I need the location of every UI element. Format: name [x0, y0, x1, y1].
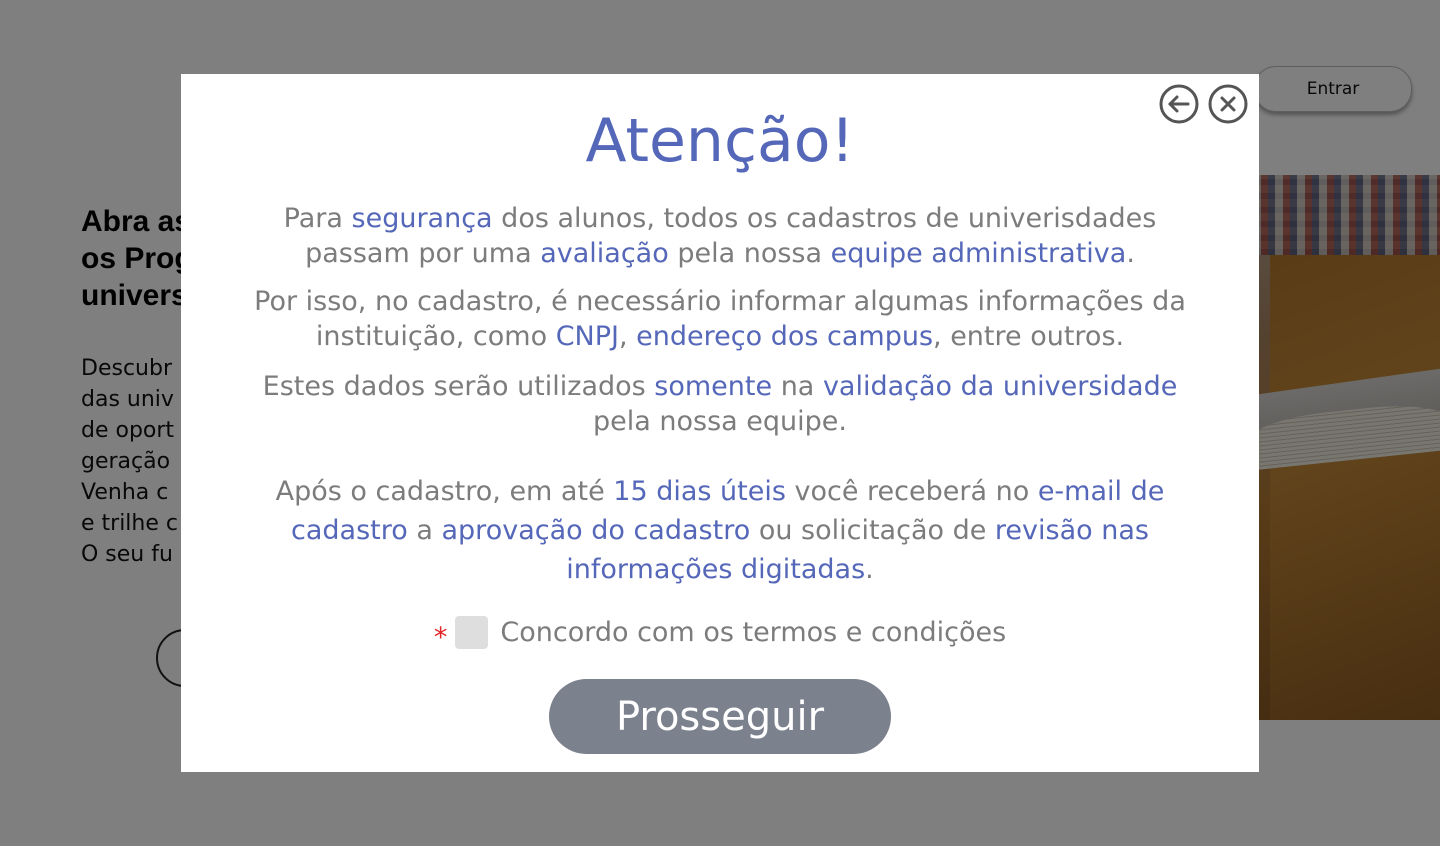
- text: .: [1126, 238, 1135, 269]
- security-paragraph: Para segurança dos alunos, todos os cada…: [241, 201, 1199, 271]
- terms-row: * Concordo com os termos e condições: [181, 614, 1259, 653]
- data-usage-paragraph: Estes dados serão utilizados somente na …: [241, 369, 1199, 439]
- required-asterisk: *: [433, 621, 448, 653]
- text: , entre outros.: [933, 321, 1125, 352]
- modal-title: Atenção!: [585, 106, 855, 176]
- text: Para: [283, 203, 352, 234]
- text: a: [407, 515, 442, 546]
- approval-paragraph: Após o cadastro, em até 15 dias úteis vo…: [241, 472, 1199, 589]
- highlight-text: validação da universidade: [822, 371, 1178, 402]
- required-info-paragraph: Por isso, no cadastro, é necessário info…: [241, 284, 1199, 354]
- text: Estes dados serão utilizados: [262, 371, 655, 402]
- proceed-button[interactable]: Prosseguir: [549, 679, 891, 754]
- highlight-text: equipe administrativa: [830, 238, 1127, 269]
- attention-modal: Atenção! Para segurança dos alunos, todo…: [181, 74, 1259, 772]
- text: .: [865, 554, 874, 585]
- text: Após o cadastro, em até: [275, 476, 614, 507]
- text: pela nossa equipe.: [593, 406, 847, 437]
- highlight-text: 15 dias úteis: [613, 476, 786, 507]
- highlight-text: CNPJ: [555, 321, 619, 352]
- highlight-text: aprovação do cadastro: [441, 515, 751, 546]
- text: ,: [619, 321, 637, 352]
- highlight-text: somente: [654, 371, 773, 402]
- terms-checkbox[interactable]: [455, 615, 489, 649]
- text: na: [772, 371, 823, 402]
- highlight-text: endereço dos campus: [636, 321, 934, 352]
- terms-label[interactable]: Concordo com os termos e condições: [500, 617, 1006, 648]
- text: pela nossa: [668, 238, 831, 269]
- text: ou solicitação de: [750, 515, 995, 546]
- text: você receberá no: [785, 476, 1038, 507]
- highlight-text: avaliação: [540, 238, 669, 269]
- highlight-text: segurança: [351, 203, 493, 234]
